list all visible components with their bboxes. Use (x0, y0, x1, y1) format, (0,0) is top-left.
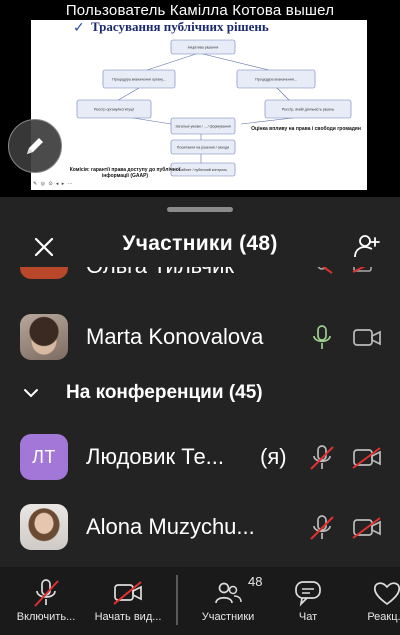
start-video-button[interactable]: Начать вид... (86, 567, 170, 635)
diagram-box-label: Реєстр, який/ діяльність рішень (282, 108, 335, 112)
diagram-box-label: Реєстр органу/інституції (94, 108, 134, 112)
slide-title: Трасування публічних рішень (91, 20, 269, 34)
camera-icon[interactable] (352, 326, 382, 350)
avatar: ЛТ (20, 434, 68, 480)
checkmark-icon: ✓ (73, 20, 85, 35)
diagram-box-label: Загальні умови / ... / формування (175, 125, 230, 129)
slide-diagram: Ініціатива рішення Процедура визначення о… (76, 39, 352, 177)
add-person-icon (354, 235, 380, 258)
camera-off-icon[interactable] (352, 516, 382, 540)
participants-label: Участники (201, 611, 255, 623)
participant-name: Ольга Тильчик (86, 267, 234, 279)
diagram-box-label: Кабінет / публічний контроль (179, 168, 227, 172)
slide-caption-left: Комісія: гарантії права доступу до публі… (69, 167, 181, 179)
unmute-button[interactable]: Включить... (4, 567, 88, 635)
participants-panel: Участники (48) Ольга Тильчик Marta Konov… (0, 197, 400, 567)
section-label: На конференции (45) (66, 382, 263, 403)
annotate-button[interactable] (8, 119, 62, 173)
camera-off-icon[interactable] (352, 446, 382, 470)
reactions-label: Реакц... (367, 611, 400, 623)
pencil-icon (27, 138, 43, 154)
shared-screen: Ініціатива рішення Процедура визначення о… (0, 0, 400, 197)
camera-off-icon (113, 581, 142, 605)
panel-title: Участники (48) (122, 232, 278, 255)
self-tag: (я) (260, 444, 287, 469)
toolbar-divider (176, 575, 178, 625)
participant-name: Alona Muzychu... (86, 514, 255, 539)
diagram-box-label: Посилання на рішення / заходи (177, 146, 229, 150)
participant-row[interactable]: ЛТ Людовик Те... (я) (0, 423, 400, 493)
chat-button[interactable]: Чат (278, 567, 338, 635)
mic-icon[interactable] (309, 324, 335, 352)
diagram-box-label: Ініціатива рішення (188, 46, 219, 50)
participant-name: Marta Konovalova (86, 324, 264, 349)
participants-icon (215, 582, 242, 604)
diagram-box-label: Процедура визначення... (255, 78, 297, 82)
chat-label: Чат (298, 611, 318, 623)
unmute-label: Включить... (16, 611, 76, 623)
start-video-label: Начать вид... (94, 611, 162, 623)
in-meeting-section-header[interactable]: На конференции (45) (0, 376, 400, 410)
reactions-button[interactable]: Реакц... (352, 567, 400, 635)
mic-muted-icon (34, 579, 59, 607)
chat-icon (295, 581, 321, 607)
shared-slide: Ініціатива рішення Процедура визначення о… (31, 20, 367, 190)
slide-caption-right: Оцінка впливу на права і свободи громадя… (251, 126, 361, 132)
panel-header: Участники (48) (0, 223, 400, 267)
camera-off-icon[interactable] (352, 267, 382, 273)
avatar (20, 267, 68, 279)
participants-list[interactable]: Ольга Тильчик Marta Konovalova (0, 267, 400, 567)
participants-count-badge: 48 (248, 574, 263, 589)
participant-row[interactable]: Alona Muzychu... (0, 493, 400, 563)
avatar (20, 314, 68, 360)
mic-muted-icon[interactable] (309, 444, 335, 472)
drag-handle[interactable] (167, 207, 233, 212)
invite-button[interactable] (350, 229, 384, 263)
heart-icon (373, 582, 400, 606)
chevron-down-icon (24, 389, 38, 398)
participant-name: Людовик Те... (86, 444, 225, 469)
mic-muted-icon[interactable] (309, 514, 335, 542)
meeting-toolbar: Включить... Начать вид... Участники 48 Ч… (0, 567, 400, 635)
participant-row[interactable]: Marta Konovalova (0, 303, 400, 373)
leave-notification: Пользователь Камілла Котова вышел (65, 2, 335, 19)
mic-muted-icon[interactable] (309, 267, 335, 275)
avatar (20, 504, 68, 550)
slide-toolbar: ✎ ◎ ⊙ ◂ ▸ ⋯ (33, 181, 74, 187)
diagram-box-label: Процедура визначення органу... (112, 78, 165, 82)
